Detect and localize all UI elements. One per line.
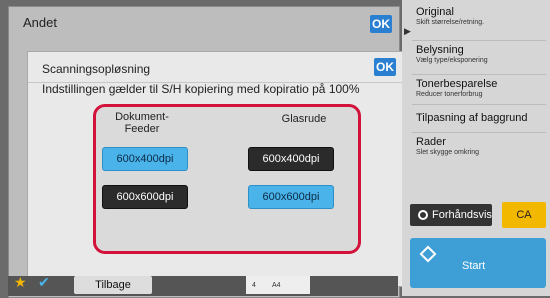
tray-size: A4 bbox=[272, 282, 281, 289]
side-item-original[interactable]: Original Skift størrelse/retning. bbox=[416, 6, 484, 26]
start-label: Start bbox=[462, 260, 486, 272]
start-icon bbox=[419, 245, 437, 263]
glass-600x400-button[interactable]: 600x400dpi bbox=[248, 147, 334, 171]
glass-header: Glasrude bbox=[281, 113, 327, 125]
dialog-ok-button[interactable]: OK bbox=[374, 58, 396, 76]
side-separator bbox=[412, 132, 546, 133]
scan-resolution-dialog: Scanningsopløsning OK Indstillingen gæld… bbox=[27, 51, 403, 287]
outer-ok-button[interactable]: OK bbox=[370, 15, 392, 33]
feeder-header-label: Dokument- Feeder bbox=[115, 111, 169, 135]
check-icon[interactable]: ✔ bbox=[38, 274, 50, 291]
play-icon: ▶ bbox=[404, 26, 411, 36]
side-item-title: Tilpasning af baggrund bbox=[416, 112, 528, 124]
feeder-header: Dokument- Feeder bbox=[102, 111, 182, 135]
side-separator bbox=[412, 40, 546, 41]
star-icon[interactable]: ★ bbox=[14, 274, 27, 291]
side-item-tonerbesparelse[interactable]: Tonerbesparelse Reducer tonerforbrug bbox=[416, 78, 497, 98]
tray-info: 4 A4 bbox=[246, 276, 310, 294]
side-item-belysning[interactable]: Belysning Vælg type/eksponering bbox=[416, 44, 488, 64]
preview-icon bbox=[418, 210, 428, 220]
preview-button[interactable]: Forhåndsvis bbox=[410, 204, 492, 226]
outer-dialog: Andet OK Scanningsopløsning OK Indstilli… bbox=[8, 6, 403, 298]
tray-number: 4 bbox=[252, 282, 256, 289]
side-item-title: Original bbox=[416, 6, 454, 18]
side-item-rader[interactable]: Rader Slet skygge omkring bbox=[416, 136, 479, 156]
start-button[interactable]: Start bbox=[410, 238, 546, 288]
dialog-note: Indstillingen gælder til S/H kopiering m… bbox=[42, 82, 360, 96]
side-item-sub: Slet skygge omkring bbox=[416, 149, 480, 156]
outer-title: Andet bbox=[23, 15, 57, 30]
side-item-title: Rader bbox=[416, 136, 446, 148]
back-button[interactable]: Tilbage bbox=[74, 276, 152, 294]
side-item-title: Belysning bbox=[416, 44, 464, 56]
side-separator bbox=[412, 74, 546, 75]
side-item-sub: Reducer tonerforbrug bbox=[416, 91, 483, 98]
feeder-600x400-button[interactable]: 600x400dpi bbox=[102, 147, 188, 171]
side-separator bbox=[412, 104, 546, 105]
side-item-baggrund[interactable]: Tilpasning af baggrund bbox=[416, 112, 528, 124]
preview-label: Forhåndsvis bbox=[432, 209, 492, 221]
resolution-options-frame: Dokument- Feeder Glasrude 600x400dpi 600… bbox=[93, 104, 361, 254]
glass-600x600-button[interactable]: 600x600dpi bbox=[248, 185, 334, 209]
side-panel: ▶ Original Skift størrelse/retning. Bely… bbox=[402, 0, 550, 296]
side-item-sub: Skift størrelse/retning. bbox=[416, 19, 485, 26]
dialog-title: Scanningsopløsning bbox=[42, 62, 151, 76]
bottom-bar bbox=[8, 276, 398, 296]
side-item-sub: Vælg type/eksponering bbox=[416, 57, 488, 64]
side-item-title: Tonerbesparelse bbox=[416, 78, 498, 90]
ca-button[interactable]: CA bbox=[502, 202, 546, 228]
feeder-600x600-button[interactable]: 600x600dpi bbox=[102, 185, 188, 209]
